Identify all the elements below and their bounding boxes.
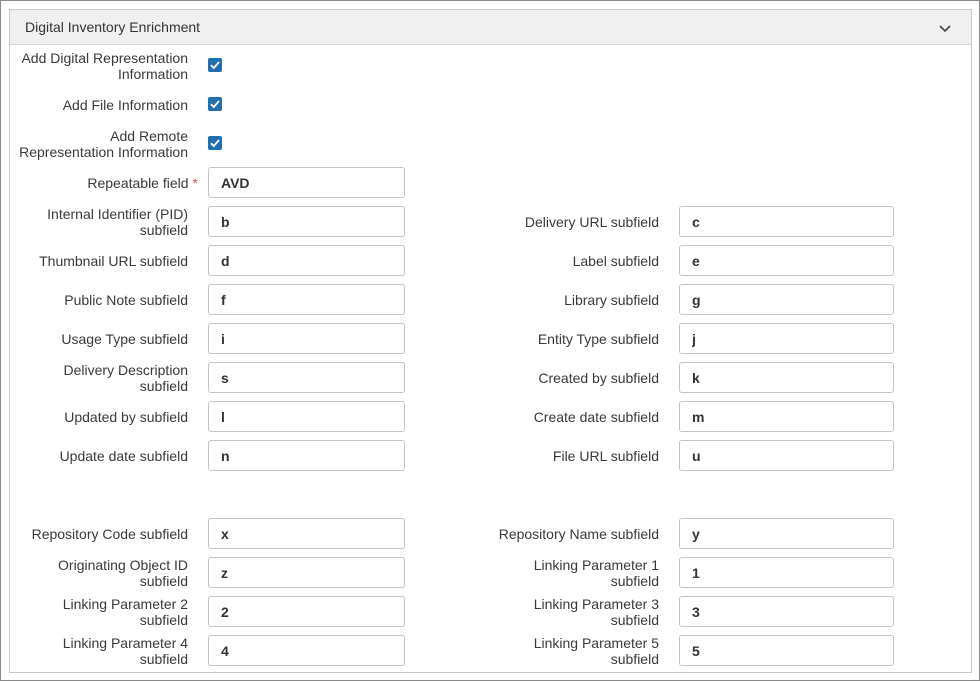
- required-marker: *: [192, 174, 198, 191]
- updated-by-subfield-label: Updated by subfield: [64, 408, 188, 425]
- panel-title: Digital Inventory Enrichment: [25, 19, 201, 35]
- linking-parameter-5-subfield-label: Linking Parameter 5 subfield: [533, 634, 659, 667]
- delivery-url-subfield-label: Delivery URL subfield: [524, 213, 659, 230]
- entity-type-subfield-input[interactable]: [679, 323, 894, 354]
- delivery-description-subfield-label: Delivery Description subfield: [63, 361, 188, 394]
- linking-parameter-3-subfield-input[interactable]: [679, 596, 894, 627]
- create-date-subfield-input[interactable]: [679, 401, 894, 432]
- add-file-information-checkbox[interactable]: [208, 97, 222, 111]
- update-date-subfield-label: Update date subfield: [59, 447, 188, 464]
- linking-parameter-2-subfield-input[interactable]: [208, 596, 405, 627]
- public-note-subfield-input[interactable]: [208, 284, 405, 315]
- repository-name-subfield-label: Repository Name subfield: [498, 525, 659, 542]
- created-by-subfield-input[interactable]: [679, 362, 894, 393]
- checkmark-icon: [210, 61, 220, 70]
- linking-parameter-2-subfield-label: Linking Parameter 2 subfield: [62, 595, 188, 628]
- repeatable-field-label: Repeatable field *: [87, 174, 198, 191]
- thumbnail-url-subfield-input[interactable]: [208, 245, 405, 276]
- usage-type-subfield-label: Usage Type subfield: [61, 330, 188, 347]
- linking-parameter-4-subfield-label: Linking Parameter 4 subfield: [62, 634, 188, 667]
- file-url-subfield-label: File URL subfield: [552, 447, 659, 464]
- entity-type-subfield-label: Entity Type subfield: [537, 330, 659, 347]
- usage-type-subfield-input[interactable]: [208, 323, 405, 354]
- linking-parameter-1-subfield-label: Linking Parameter 1 subfield: [533, 556, 659, 589]
- add-digital-representation-checkbox[interactable]: [208, 58, 222, 72]
- chevron-down-icon[interactable]: [937, 20, 953, 36]
- label-subfield-input[interactable]: [679, 245, 894, 276]
- repository-name-subfield-input[interactable]: [679, 518, 894, 549]
- internal-identifier-subfield-input[interactable]: [208, 206, 405, 237]
- panel-header[interactable]: Digital Inventory Enrichment: [10, 10, 971, 45]
- add-remote-representation-label: Add Remote Representation Information: [19, 128, 188, 160]
- repeatable-field-input[interactable]: [208, 167, 405, 198]
- repository-code-subfield-input[interactable]: [208, 518, 405, 549]
- create-date-subfield-label: Create date subfield: [533, 408, 659, 425]
- delivery-url-subfield-input[interactable]: [679, 206, 894, 237]
- checkmark-icon: [210, 139, 220, 148]
- linking-parameter-5-subfield-input[interactable]: [679, 635, 894, 666]
- linking-parameter-4-subfield-input[interactable]: [208, 635, 405, 666]
- linking-parameter-1-subfield-input[interactable]: [679, 557, 894, 588]
- update-date-subfield-input[interactable]: [208, 440, 405, 471]
- originating-object-id-subfield-label: Originating Object ID subfield: [58, 556, 188, 589]
- repository-code-subfield-label: Repository Code subfield: [31, 525, 188, 542]
- thumbnail-url-subfield-label: Thumbnail URL subfield: [39, 252, 188, 269]
- updated-by-subfield-input[interactable]: [208, 401, 405, 432]
- add-remote-representation-checkbox[interactable]: [208, 136, 222, 150]
- originating-object-id-subfield-input[interactable]: [208, 557, 405, 588]
- add-file-information-label: Add File Information: [62, 97, 188, 113]
- delivery-description-subfield-input[interactable]: [208, 362, 405, 393]
- internal-identifier-subfield-label: Internal Identifier (PID) subfield: [47, 205, 188, 238]
- file-url-subfield-input[interactable]: [679, 440, 894, 471]
- public-note-subfield-label: Public Note subfield: [64, 291, 188, 308]
- add-digital-representation-label: Add Digital Representation Information: [21, 50, 188, 82]
- linking-parameter-3-subfield-label: Linking Parameter 3 subfield: [533, 595, 659, 628]
- label-subfield-label: Label subfield: [572, 252, 659, 269]
- checkmark-icon: [210, 100, 220, 109]
- created-by-subfield-label: Created by subfield: [538, 369, 659, 386]
- library-subfield-input[interactable]: [679, 284, 894, 315]
- library-subfield-label: Library subfield: [564, 291, 659, 308]
